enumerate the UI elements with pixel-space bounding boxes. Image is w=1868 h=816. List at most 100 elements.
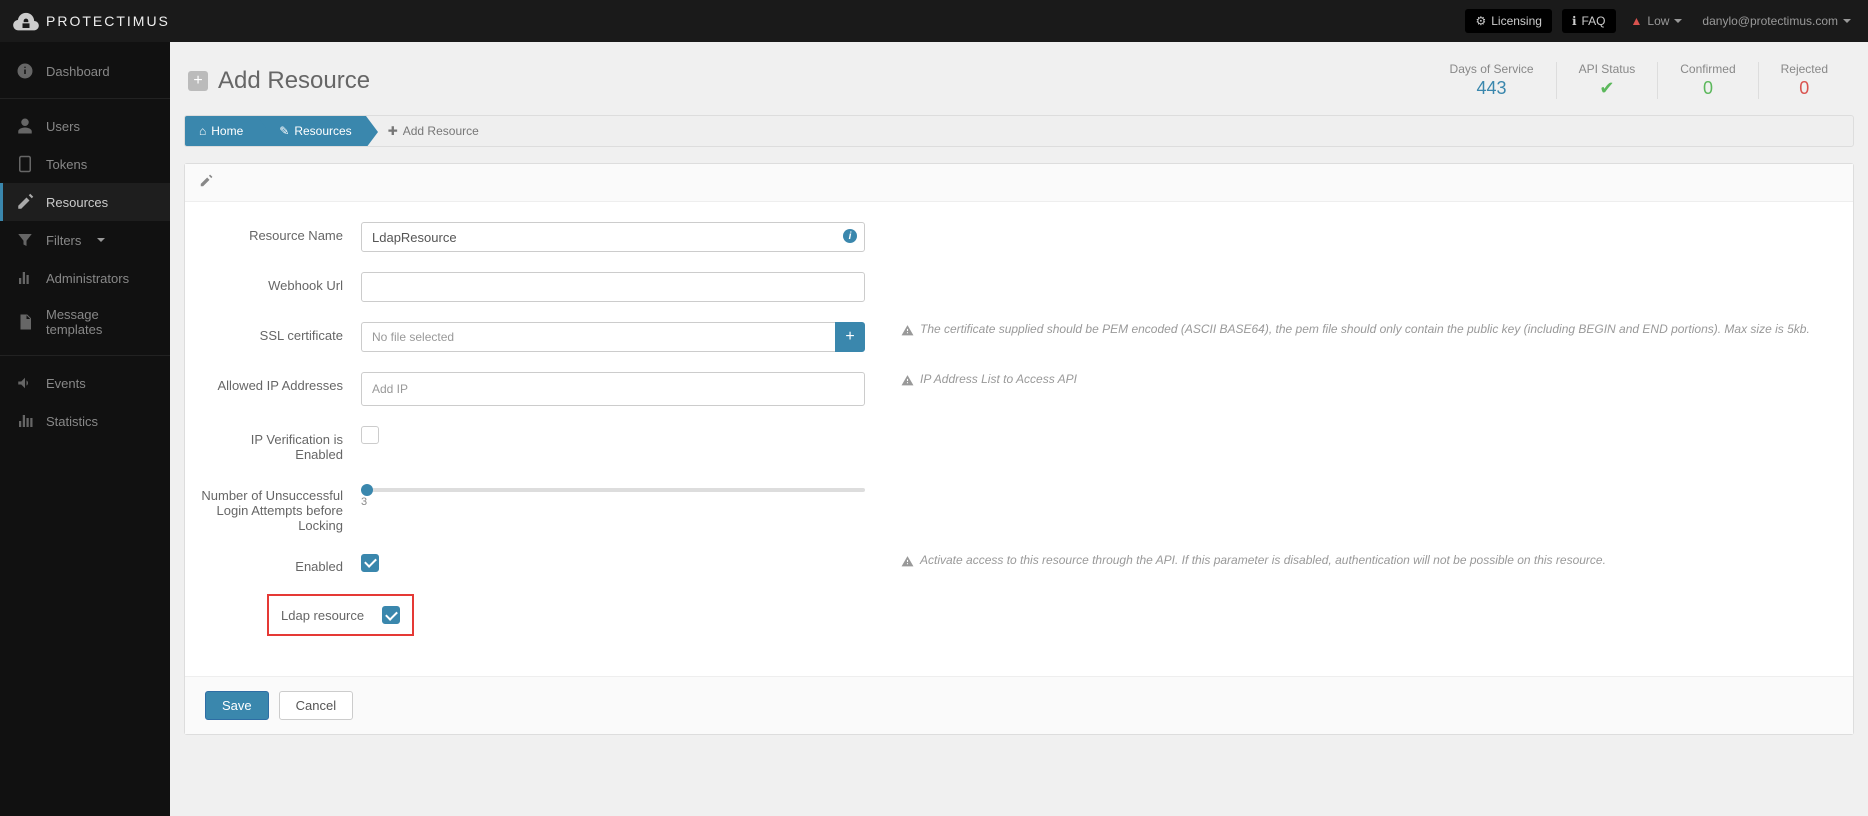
save-button[interactable]: Save	[205, 691, 269, 720]
warning-icon	[901, 324, 914, 337]
breadcrumb-current: ✚ Add Resource	[366, 116, 493, 146]
sidebar-label: Users	[46, 119, 80, 134]
sidebar-item-resources[interactable]: Resources	[0, 183, 170, 221]
ssl-hint: The certificate supplied should be PEM e…	[865, 322, 1837, 337]
cancel-button[interactable]: Cancel	[279, 691, 353, 720]
sidebar-label: Administrators	[46, 271, 129, 286]
sidebar-item-dashboard[interactable]: Dashboard	[0, 52, 170, 90]
ip-input[interactable]: Add IP	[361, 372, 865, 406]
sidebar-item-filters[interactable]: Filters	[0, 221, 170, 259]
account-dropdown[interactable]: danylo@protectimus.com	[1697, 9, 1856, 33]
caret-icon	[1843, 19, 1851, 23]
brand-text: PROTECTIMUS	[46, 13, 170, 29]
enabled-checkbox[interactable]	[361, 554, 379, 572]
faq-button[interactable]: ℹ FAQ	[1562, 9, 1616, 33]
ldap-checkbox[interactable]	[382, 606, 400, 624]
stat-rejected-value: 0	[1781, 78, 1828, 99]
filter-icon	[16, 231, 34, 249]
sidebar: Dashboard Users Tokens Resources Filters…	[0, 42, 170, 816]
sidebar-item-templates[interactable]: Message templates	[0, 297, 170, 347]
webhook-label: Webhook Url	[201, 272, 361, 293]
cloud-lock-icon	[12, 7, 40, 35]
edit-icon	[16, 193, 34, 211]
breadcrumb-resources-label: Resources	[294, 124, 351, 138]
sidebar-item-users[interactable]: Users	[0, 107, 170, 145]
breadcrumb-resources[interactable]: ✎ Resources	[257, 116, 365, 146]
edit-icon: ✎	[279, 124, 289, 138]
sidebar-item-tokens[interactable]: Tokens	[0, 145, 170, 183]
enabled-hint-text: Activate access to this resource through…	[920, 553, 1606, 568]
attempts-value: 3	[361, 496, 865, 508]
resource-name-input[interactable]	[361, 222, 865, 252]
ssl-upload-button[interactable]: +	[835, 322, 865, 352]
plus-icon: +	[188, 71, 208, 91]
ldap-label: Ldap resource	[281, 608, 364, 623]
user-icon	[16, 117, 34, 135]
ldap-highlight: Ldap resource	[267, 594, 414, 636]
attempts-label: Number of Unsuccessful Login Attempts be…	[201, 482, 361, 533]
sidebar-label: Events	[46, 376, 86, 391]
attempts-slider[interactable]: 3	[361, 482, 865, 508]
stat-confirmed-value: 0	[1680, 78, 1735, 99]
check-icon: ✔	[1579, 78, 1636, 99]
ipverify-label: IP Verification is Enabled	[201, 426, 361, 462]
bars-icon	[16, 269, 34, 287]
main-content: + Add Resource Days of Service 443 API S…	[170, 42, 1868, 816]
sidebar-item-events[interactable]: Events	[0, 364, 170, 402]
home-icon: ⌂	[199, 124, 206, 138]
topbar: PROTECTIMUS ⚙ Licensing ℹ FAQ ▲ Low dany…	[0, 0, 1868, 42]
sidebar-item-statistics[interactable]: Statistics	[0, 402, 170, 440]
sidebar-label: Filters	[46, 233, 81, 248]
panel-header	[185, 164, 1853, 202]
warning-icon	[901, 555, 914, 568]
stat-days-label: Days of Service	[1450, 62, 1534, 76]
level-dropdown[interactable]: ▲ Low	[1626, 9, 1688, 33]
faq-label: FAQ	[1582, 14, 1606, 28]
sidebar-label: Message templates	[46, 307, 154, 337]
chart-icon	[16, 412, 34, 430]
caret-icon	[97, 238, 105, 242]
sidebar-label: Tokens	[46, 157, 87, 172]
licensing-label: Licensing	[1491, 14, 1542, 28]
account-email: danylo@protectimus.com	[1702, 14, 1838, 28]
sidebar-label: Resources	[46, 195, 108, 210]
ip-label: Allowed IP Addresses	[201, 372, 361, 393]
file-icon	[16, 313, 34, 331]
info-icon[interactable]: i	[843, 229, 857, 243]
warning-icon	[901, 374, 914, 387]
pencil-icon	[199, 174, 213, 188]
page-title: Add Resource	[218, 67, 370, 95]
breadcrumb-home[interactable]: ⌂ Home	[185, 116, 257, 146]
logo[interactable]: PROTECTIMUS	[12, 7, 170, 35]
sidebar-label: Statistics	[46, 414, 98, 429]
caret-icon	[1674, 19, 1682, 23]
ssl-label: SSL certificate	[201, 322, 361, 343]
gauge-icon	[16, 62, 34, 80]
stat-days-value: 443	[1450, 78, 1534, 99]
sidebar-label: Dashboard	[46, 64, 110, 79]
info-icon: ℹ	[1572, 14, 1577, 28]
ip-hint: IP Address List to Access API	[865, 372, 1837, 387]
enabled-hint: Activate access to this resource through…	[865, 553, 1837, 568]
bullhorn-icon	[16, 374, 34, 392]
webhook-input[interactable]	[361, 272, 865, 302]
resource-name-label: Resource Name	[201, 222, 361, 243]
breadcrumb: ⌂ Home ✎ Resources ✚ Add Resource	[184, 115, 1854, 147]
stat-api-label: API Status	[1579, 62, 1636, 76]
tablet-icon	[16, 155, 34, 173]
breadcrumb-current-label: Add Resource	[403, 124, 479, 138]
form-panel: Resource Name i Webhook Url SSL certif	[184, 163, 1854, 735]
stat-rejected-label: Rejected	[1781, 62, 1828, 76]
breadcrumb-home-label: Home	[211, 124, 243, 138]
user-icon: ▲	[1631, 14, 1643, 28]
ssl-file-text: No file selected	[361, 322, 835, 352]
level-label: Low	[1647, 14, 1669, 28]
ipverify-checkbox[interactable]	[361, 426, 379, 444]
sidebar-item-administrators[interactable]: Administrators	[0, 259, 170, 297]
enabled-label: Enabled	[201, 553, 361, 574]
stat-confirmed-label: Confirmed	[1680, 62, 1735, 76]
licensing-button[interactable]: ⚙ Licensing	[1465, 9, 1551, 33]
plus-icon: ✚	[388, 124, 398, 138]
gear-icon: ⚙	[1475, 14, 1486, 28]
ssl-hint-text: The certificate supplied should be PEM e…	[920, 322, 1810, 337]
